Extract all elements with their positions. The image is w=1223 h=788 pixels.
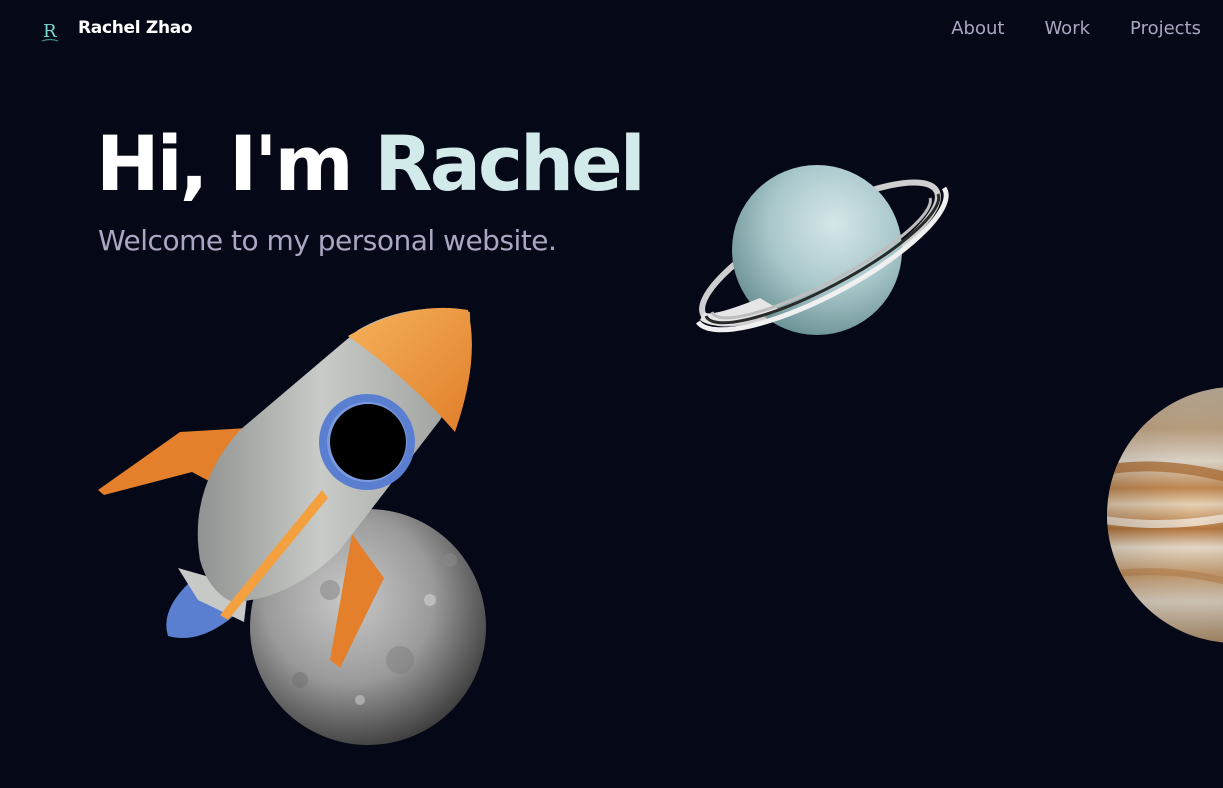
navbar: R Rachel Zhao About Work Projects	[0, 0, 1223, 60]
gas-giant-model	[1107, 387, 1223, 643]
logo-icon[interactable]: R	[38, 16, 62, 44]
nav-link-about[interactable]: About	[951, 18, 1004, 39]
nav-link-work[interactable]: Work	[1044, 18, 1090, 39]
hero-title: Hi, I'm Rachel	[96, 118, 646, 209]
ringed-planet-model	[695, 165, 949, 335]
moon-model	[250, 509, 486, 745]
rocket-model	[98, 307, 472, 668]
nav-link-projects[interactable]: Projects	[1130, 18, 1201, 39]
hero-title-prefix: Hi, I'm	[96, 119, 354, 208]
brand-name[interactable]: Rachel Zhao	[78, 18, 193, 38]
nav-links: About Work Projects	[951, 18, 1201, 39]
hero-subtitle: Welcome to my personal website.	[98, 224, 557, 257]
svg-text:R: R	[43, 21, 57, 42]
hero-title-name: Rachel	[374, 119, 646, 208]
